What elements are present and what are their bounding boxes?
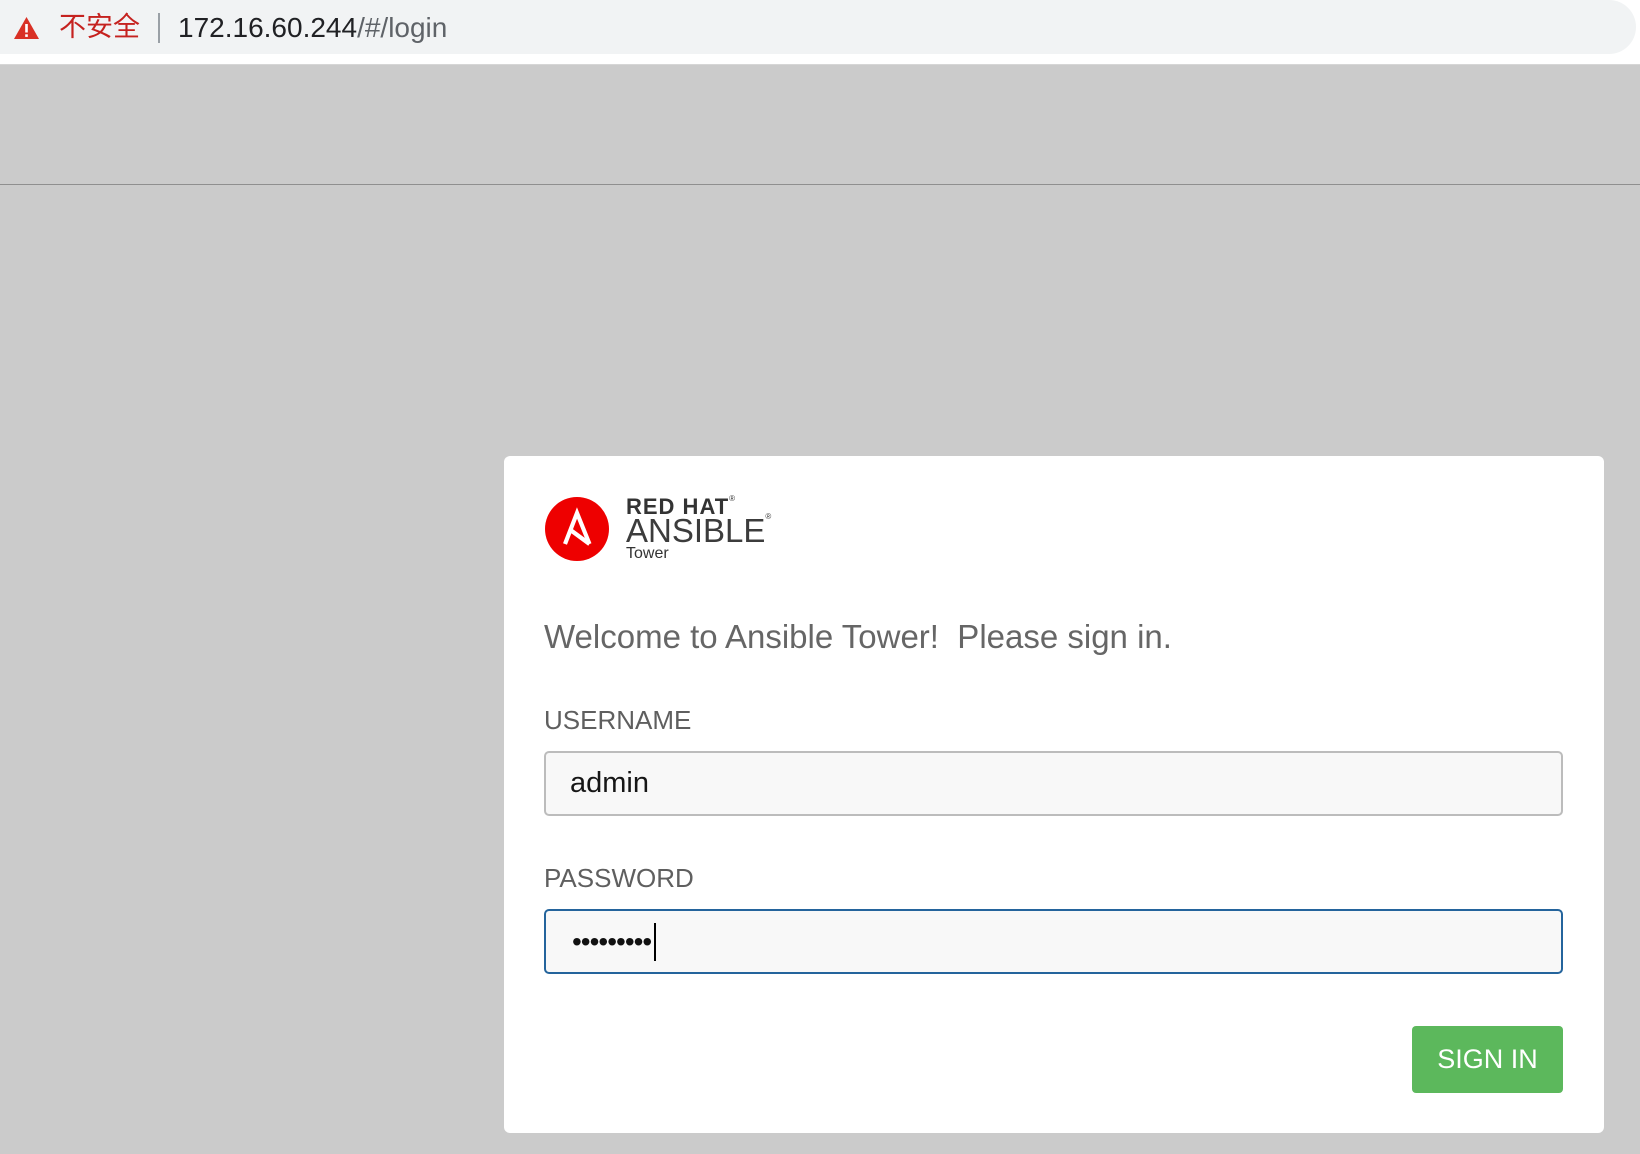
username-label: USERNAME bbox=[544, 705, 692, 735]
ansible-logo-icon bbox=[545, 497, 609, 561]
url-text[interactable]: 172.16.60.244/#/login bbox=[178, 14, 447, 42]
browser-toolbar: 不安全 172.16.60.244/#/login bbox=[0, 0, 1640, 65]
sign-in-button[interactable]: SIGN IN bbox=[1412, 1026, 1563, 1093]
url-path: /#/login bbox=[357, 12, 448, 43]
brand-edition: Tower bbox=[626, 545, 669, 562]
password-mask: ••••••••• bbox=[572, 925, 652, 957]
warning-triangle-icon[interactable] bbox=[13, 16, 40, 40]
security-status-label[interactable]: 不安全 bbox=[59, 14, 140, 41]
password-label: PASSWORD bbox=[544, 863, 694, 893]
password-input[interactable]: ••••••••• bbox=[544, 909, 1563, 974]
username-input[interactable] bbox=[544, 751, 1563, 816]
text-caret bbox=[654, 922, 657, 961]
welcome-message: Welcome to Ansible Tower! Please sign in… bbox=[544, 618, 1172, 655]
address-bar-divider bbox=[158, 13, 160, 43]
app-header bbox=[0, 65, 1640, 185]
registered-mark: ® bbox=[729, 494, 736, 503]
address-bar[interactable]: 不安全 172.16.60.244/#/login bbox=[0, 0, 1636, 54]
login-card: RED HAT® ANSIBLE® Tower Welcome to Ansib… bbox=[504, 456, 1604, 1133]
registered-mark: ® bbox=[765, 512, 772, 521]
url-host: 172.16.60.244 bbox=[178, 12, 358, 43]
brand-product: ANSIBLE® bbox=[626, 512, 772, 549]
brand-product-text: ANSIBLE bbox=[626, 512, 766, 549]
